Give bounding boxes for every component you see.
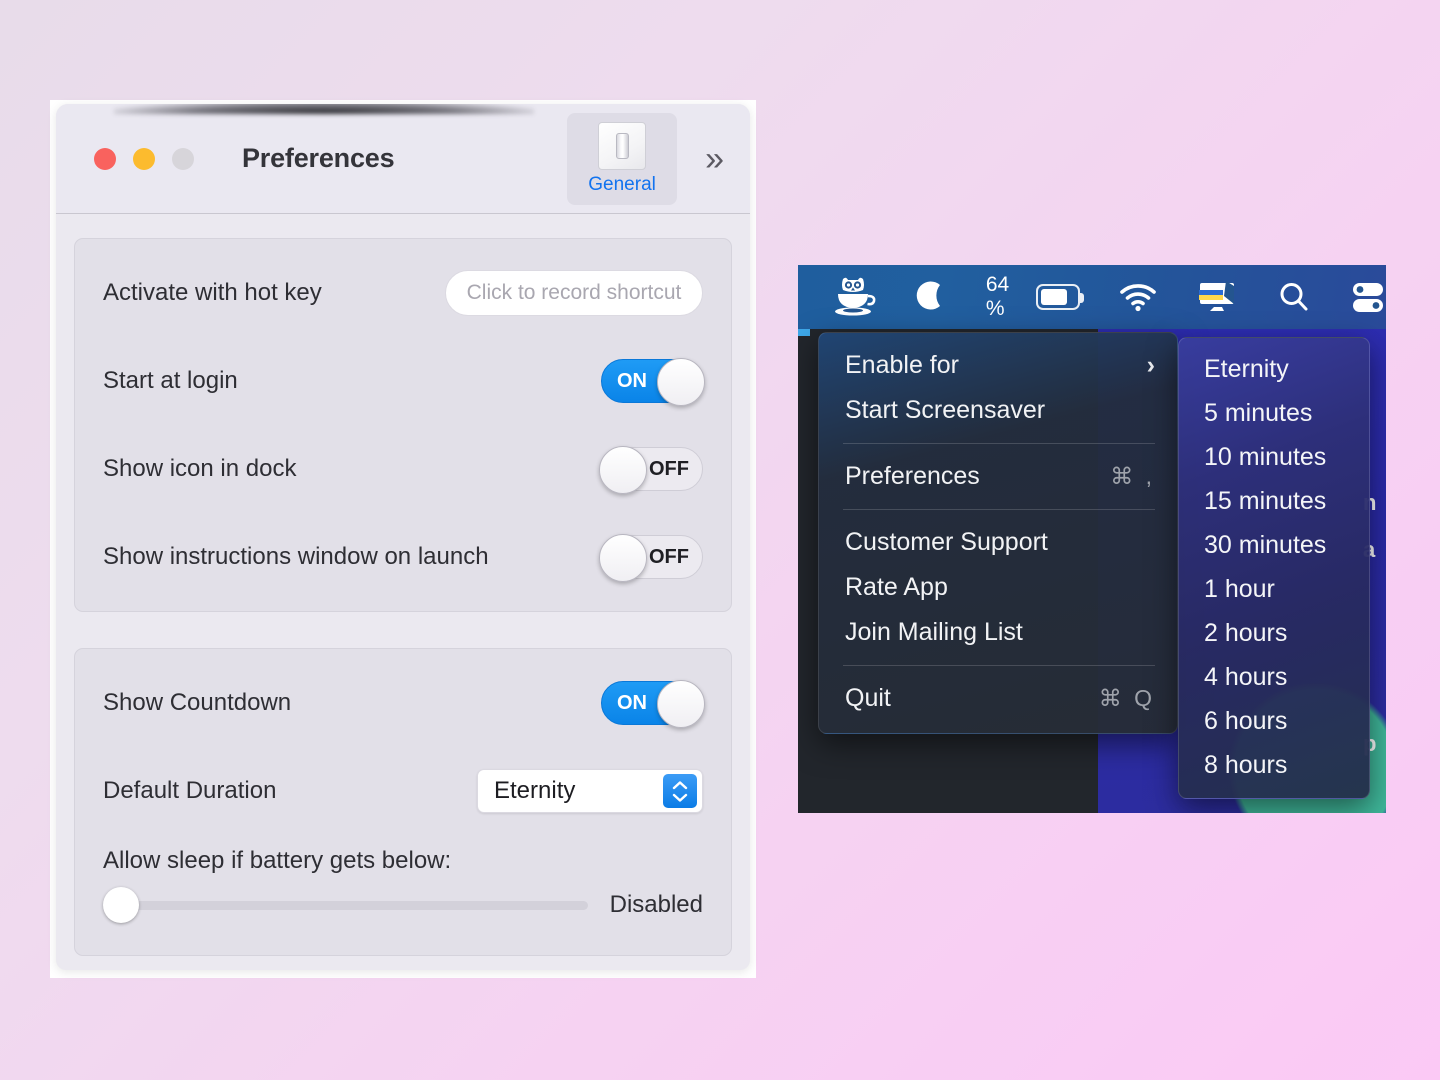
menu-item-label: Start Screensaver (845, 396, 1046, 424)
slider-thumb[interactable] (103, 887, 139, 923)
minimize-button[interactable] (133, 147, 155, 170)
submenu-item-5-minutes[interactable]: 5 minutes (1179, 391, 1369, 435)
light-switch-icon (598, 121, 647, 170)
row-activate-with-hot-key: Activate with hot key Click to record sh… (103, 249, 703, 337)
battery-icon (1036, 284, 1085, 310)
close-button[interactable] (94, 147, 116, 170)
owl-coffee-cup-icon[interactable] (830, 265, 876, 329)
menu-item-label: Enable for (845, 351, 959, 379)
menu-item-label: Join Mailing List (845, 618, 1023, 646)
menu-item-quit[interactable]: Quit ⌘ Q (819, 676, 1177, 721)
tab-general-label: General (588, 173, 656, 195)
submenu-item-30-minutes[interactable]: 30 minutes (1179, 523, 1369, 567)
menu-item-start-screensaver[interactable]: Start Screensaver (819, 388, 1177, 433)
chevron-right-icon: › (1146, 351, 1155, 379)
menu-item-customer-support[interactable]: Customer Support (819, 520, 1177, 565)
battery-sleep-slider[interactable] (103, 887, 588, 923)
menu-item-rate-app[interactable]: Rate App (819, 565, 1177, 610)
show-instructions-window-toggle[interactable]: OFF (599, 534, 703, 582)
start-at-login-label: Start at login (103, 367, 238, 394)
menu-item-enable-for[interactable]: Enable for › (819, 343, 1177, 388)
tab-general[interactable]: General (567, 112, 678, 205)
display-ukraine-flag-icon[interactable] (1196, 265, 1238, 329)
battery-sleep-label: Allow sleep if battery gets below: (103, 847, 452, 874)
slider-track (103, 900, 588, 910)
battery-percent-label: 64 % (985, 273, 1010, 320)
app-dropdown-menu: Enable for › Start Screensaver Preferenc… (818, 332, 1178, 734)
show-icon-in-dock-toggle-state: OFF (649, 457, 689, 480)
traffic-light-buttons (94, 147, 194, 170)
show-countdown-toggle[interactable]: ON (601, 680, 705, 728)
battery-sleep-slider-line: Disabled (103, 887, 703, 923)
row-show-icon-in-dock: Show icon in dock OFF (103, 425, 703, 513)
row-default-duration: Default Duration Eternity (103, 747, 703, 835)
hotkey-recorder-input[interactable]: Click to record shortcut (445, 270, 703, 316)
show-icon-in-dock-toggle[interactable]: OFF (599, 446, 703, 494)
zoom-button[interactable] (172, 147, 194, 170)
toolbar: General » (567, 112, 732, 205)
submenu-item-4-hours[interactable]: 4 hours (1179, 655, 1369, 699)
row-show-instructions-window: Show instructions window on launch OFF (103, 513, 703, 601)
show-instructions-window-toggle-state: OFF (649, 545, 689, 568)
submenu-item-1-hour[interactable]: 1 hour (1179, 567, 1369, 611)
show-icon-in-dock-label: Show icon in dock (103, 455, 297, 482)
control-center-icon[interactable] (1350, 265, 1386, 329)
enable-for-submenu: Eternity 5 minutes 10 minutes 15 minutes… (1178, 337, 1370, 799)
submenu-item-15-minutes[interactable]: 15 minutes (1179, 479, 1369, 523)
page-title: Preferences (242, 143, 395, 173)
menu-separator (843, 665, 1155, 666)
menu-item-label: Preferences (845, 462, 980, 490)
submenu-item-10-minutes[interactable]: 10 minutes (1179, 435, 1369, 479)
menu-item-label: Quit (845, 684, 891, 712)
preferences-body: Activate with hot key Click to record sh… (56, 214, 750, 956)
start-at-login-toggle-state: ON (617, 369, 647, 392)
toggle-knob (599, 446, 647, 494)
search-icon[interactable] (1277, 265, 1311, 329)
moon-icon[interactable] (915, 265, 947, 329)
default-duration-value: Eternity (494, 777, 576, 804)
default-duration-select[interactable]: Eternity (477, 769, 703, 813)
menu-item-label: Customer Support (845, 528, 1048, 556)
show-instructions-window-label: Show instructions window on launch (103, 543, 489, 570)
show-countdown-toggle-state: ON (617, 691, 647, 714)
toggle-knob (657, 680, 705, 728)
desktop-screenshot: n a p (798, 265, 1386, 813)
show-countdown-label: Show Countdown (103, 689, 292, 716)
general-settings-group: Activate with hot key Click to record sh… (74, 238, 732, 612)
countdown-settings-group: Show Countdown ON Default Duration Etern… (74, 648, 732, 956)
row-start-at-login: Start at login ON (103, 337, 705, 425)
window-titlebar: Preferences General » (56, 104, 750, 214)
wifi-icon[interactable] (1119, 265, 1157, 329)
submenu-item-eternity[interactable]: Eternity (1179, 347, 1369, 391)
battery-indicator[interactable]: 64 % (985, 265, 1085, 329)
chevron-up-down-icon (663, 774, 697, 808)
preferences-window: Preferences General » Activate with hot … (56, 104, 750, 970)
desktop-blue-sliver (798, 328, 810, 336)
row-show-countdown: Show Countdown ON (103, 659, 705, 747)
start-at-login-toggle[interactable]: ON (601, 358, 705, 406)
preferences-window-frame: Preferences General » Activate with hot … (50, 100, 756, 978)
battery-sleep-value: Disabled (609, 891, 703, 918)
menu-item-label: Rate App (845, 573, 948, 601)
double-chevron-right-icon[interactable]: » (705, 142, 726, 176)
toggle-knob (657, 358, 705, 406)
submenu-item-2-hours[interactable]: 2 hours (1179, 611, 1369, 655)
menu-item-join-mailing-list[interactable]: Join Mailing List (819, 610, 1177, 655)
submenu-item-6-hours[interactable]: 6 hours (1179, 699, 1369, 743)
menu-item-shortcut: ⌘ , (1110, 463, 1155, 489)
menu-separator (843, 509, 1155, 510)
row-battery-sleep-threshold: Allow sleep if battery gets below: Disab… (103, 835, 703, 945)
menu-item-preferences[interactable]: Preferences ⌘ , (819, 454, 1177, 499)
submenu-item-8-hours[interactable]: 8 hours (1179, 743, 1369, 787)
toggle-knob (599, 534, 647, 582)
default-duration-label: Default Duration (103, 777, 277, 804)
menu-separator (843, 443, 1155, 444)
menu-item-shortcut: ⌘ Q (1098, 685, 1155, 711)
activate-hot-key-label: Activate with hot key (103, 279, 322, 306)
macos-menu-bar: 64 % (798, 265, 1386, 329)
